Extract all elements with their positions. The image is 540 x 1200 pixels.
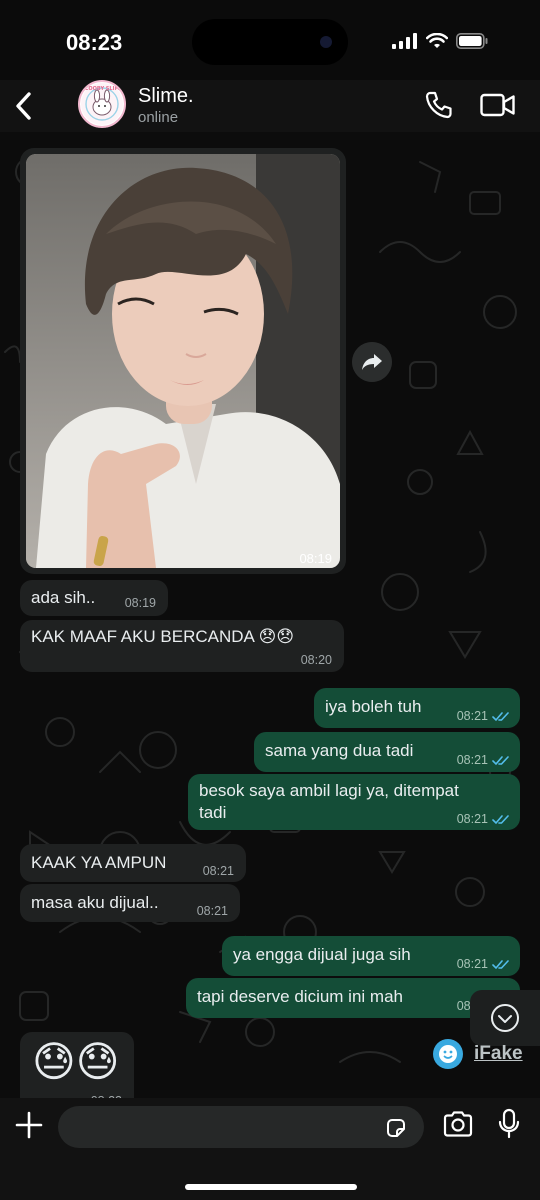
watermark-text: iFake: [474, 1043, 523, 1064]
message-status: 08:21: [457, 705, 510, 727]
read-ticks-icon: [492, 815, 509, 825]
message-text: tapi deserve dicium ini mah: [197, 987, 403, 1006]
emoji-text: 😓😓: [32, 1038, 120, 1085]
message-text: KAK MAAF AKU BERCANDA 😞😞: [31, 627, 295, 646]
message-bubble-outgoing[interactable]: iya boleh tuh 08:21: [314, 688, 520, 728]
message-time: 08:21: [456, 812, 488, 826]
message-time: 08:19: [299, 551, 332, 566]
contact-status: online: [138, 109, 179, 126]
read-ticks-icon: [492, 960, 509, 970]
message-time: 08:21: [456, 957, 488, 971]
message-bubble-outgoing[interactable]: besok saya ambil lagi ya, ditempat tadi …: [188, 774, 520, 830]
message-text-line2: tadi: [199, 803, 227, 822]
video-call-icon[interactable]: [480, 92, 516, 118]
chat-header: SCOOBY SLIME Slime. online: [0, 80, 540, 132]
read-ticks-icon: [492, 712, 509, 722]
message-text: KAAK YA AMPUN: [31, 853, 167, 872]
message-time: 08:19: [124, 596, 156, 610]
status-bar: 08:23: [0, 0, 540, 80]
message-text: ada sih..: [31, 588, 96, 607]
ifake-logo-icon: [433, 1039, 463, 1069]
message-input[interactable]: [58, 1106, 424, 1148]
message-status: 08:21: [457, 953, 510, 975]
message-text: sama yang dua tadi: [265, 741, 414, 760]
microphone-icon[interactable]: [496, 1108, 522, 1140]
message-text-line1: besok saya ambil lagi ya, ditempat: [199, 781, 459, 800]
plus-icon[interactable]: [14, 1110, 44, 1140]
person-photo-illustration: [26, 154, 340, 568]
camera-icon[interactable]: [442, 1110, 474, 1138]
watermark: iFake: [432, 1038, 523, 1070]
message-time: 08:21: [456, 753, 488, 767]
avatar-logo-text: SCOOBY SLIME: [81, 86, 123, 92]
selfie-photo[interactable]: [26, 154, 340, 568]
read-ticks-icon: [492, 756, 509, 766]
sticker-icon[interactable]: [384, 1116, 408, 1140]
message-time: 08:21: [456, 709, 488, 723]
message-bubble-incoming[interactable]: KAK MAAF AKU BERCANDA 😞😞 08:20: [20, 620, 344, 672]
message-status: 08:21: [457, 749, 510, 771]
message-text: masa aku dijual..: [31, 893, 159, 912]
home-indicator: [185, 1184, 357, 1190]
chat-area[interactable]: 08:19 ada sih.. 08:19 KAK MAAF AKU BERCA…: [0, 132, 540, 1098]
message-bubble-incoming[interactable]: KAAK YA AMPUN 08:21: [20, 844, 246, 882]
message-time: 08:22: [91, 1090, 122, 1098]
dynamic-island: [192, 19, 348, 65]
avatar[interactable]: SCOOBY SLIME: [78, 80, 126, 128]
image-message[interactable]: 08:19: [20, 148, 346, 574]
message-composer: [0, 1098, 540, 1200]
emoji-message[interactable]: 😓😓 08:22: [20, 1032, 134, 1098]
status-icons: [392, 33, 488, 49]
back-chevron-icon[interactable]: [10, 90, 40, 122]
phone-call-icon[interactable]: [424, 90, 454, 120]
message-bubble-incoming[interactable]: ada sih.. 08:19: [20, 580, 168, 616]
message-status: 08:21: [457, 808, 510, 830]
message-text: ya engga dijual juga sih: [233, 945, 411, 964]
message-bubble-outgoing[interactable]: sama yang dua tadi 08:21: [254, 732, 520, 772]
status-time: 08:23: [66, 30, 123, 55]
message-time: 08:21: [202, 864, 234, 878]
forward-icon[interactable]: [352, 342, 392, 382]
signal-icon: [392, 33, 417, 49]
battery-icon: [456, 33, 488, 49]
message-time: 08:21: [196, 904, 228, 918]
message-bubble-incoming[interactable]: masa aku dijual.. 08:21: [20, 884, 240, 922]
message-bubble-outgoing[interactable]: ya engga dijual juga sih 08:21: [222, 936, 520, 976]
contact-name[interactable]: Slime.: [138, 85, 194, 108]
avatar-logo-icon: SCOOBY SLIME: [81, 83, 123, 125]
message-text: iya boleh tuh: [325, 697, 422, 716]
message-time: 08:20: [300, 653, 332, 667]
wifi-icon: [426, 33, 448, 48]
